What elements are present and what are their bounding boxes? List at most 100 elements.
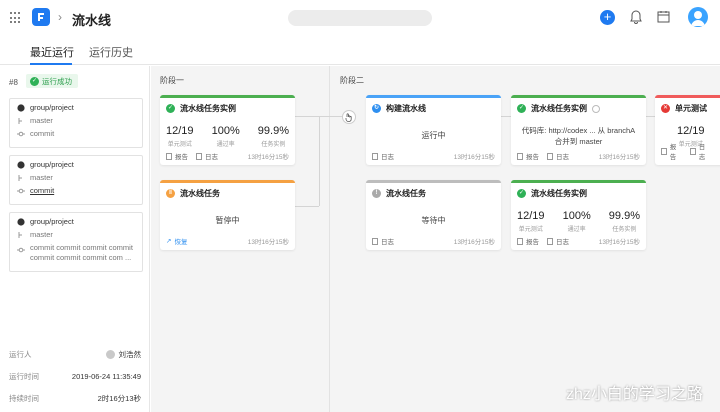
- stage-divider: [329, 66, 330, 412]
- tab-recent-runs[interactable]: 最近运行: [30, 44, 74, 60]
- source-card: group/project master commit: [9, 98, 143, 148]
- report-link[interactable]: 报告: [517, 236, 539, 246]
- success-icon: ✓: [517, 104, 526, 113]
- job-card[interactable]: ↻ 构建流水线 运行中 日志 13时16分15秒: [366, 95, 501, 165]
- log-link[interactable]: 日志: [547, 151, 569, 161]
- job-card[interactable]: ‖ 流水线任务 暂停中 ↗ 恢复 13时16分15秒: [160, 180, 295, 250]
- repo-row: group/project: [17, 103, 142, 112]
- connector-line: [645, 116, 655, 117]
- job-title: 流水线任务实例: [531, 189, 587, 198]
- job-status: 运行中: [421, 131, 446, 140]
- commit-message-line: commit commit commit com ...: [30, 253, 132, 262]
- job-card[interactable]: ✓ 流水线任务实例 12/19 单元测试 100% 通过率 99.9% 任务实例 报告 …: [160, 95, 295, 165]
- job-card[interactable]: ✕ 单元测试 12/19 单元测试 报告 日志: [655, 95, 720, 165]
- report-label: 报告: [669, 144, 677, 161]
- commit-row: commit: [17, 186, 142, 195]
- job-duration: 13时16分15秒: [598, 239, 640, 246]
- app-logo[interactable]: [32, 8, 50, 26]
- log-label: 日志: [556, 239, 569, 246]
- stat-label: 单元测试: [167, 142, 192, 148]
- commit-icon: [17, 188, 25, 193]
- success-icon: ✓: [517, 189, 526, 198]
- commit-row: commit commit commit commit commit commi…: [17, 243, 142, 263]
- meta-value: 2时16分13秒: [97, 394, 141, 403]
- merge-target-text: 合并到 master: [554, 137, 603, 146]
- add-button[interactable]: +: [600, 10, 615, 25]
- search-input[interactable]: [288, 10, 432, 26]
- branch-icon: [18, 174, 22, 181]
- info-icon[interactable]: [592, 104, 600, 113]
- meta-label: 运行人: [9, 350, 32, 359]
- log-label: 日志: [381, 239, 394, 246]
- tab-run-history[interactable]: 运行历史: [89, 44, 133, 60]
- log-link[interactable]: 日志: [690, 141, 711, 161]
- calendar-icon[interactable]: [657, 10, 670, 25]
- stat-value: 12/19: [166, 125, 194, 137]
- branch-row: master: [17, 116, 142, 125]
- pipeline-board: 阶段一 阶段二 ✓ 流水线任务实例 12/19 单元测试 100% 通过率 99.9%…: [151, 66, 720, 412]
- source-card: group/project master commit commit commi…: [9, 212, 143, 272]
- github-icon: [17, 160, 25, 169]
- report-link[interactable]: 报告: [166, 151, 188, 161]
- log-link[interactable]: 日志: [547, 236, 569, 246]
- resume-button[interactable]: ↗ 恢复: [166, 236, 187, 246]
- job-duration: 13时16分15秒: [247, 239, 289, 246]
- repo-name[interactable]: group/project: [30, 160, 74, 169]
- repo-name[interactable]: group/project: [30, 103, 74, 112]
- job-card[interactable]: ! 流水线任务 等待中 日志 13时16分15秒: [366, 180, 501, 250]
- github-icon: [17, 103, 25, 112]
- job-status: 等待中: [421, 216, 446, 225]
- job-card[interactable]: ✓ 流水线任务实例 代码库: http://codex ... 从 branchA…: [511, 95, 646, 165]
- stat-label: 任务实例: [612, 227, 637, 233]
- log-label: 日志: [205, 154, 218, 161]
- stat-label: 单元测试: [518, 227, 543, 233]
- log-label: 日志: [698, 144, 706, 161]
- log-icon: [372, 237, 378, 245]
- runner-avatar: [105, 350, 115, 359]
- report-icon: [517, 152, 523, 160]
- user-avatar[interactable]: [688, 7, 708, 27]
- apps-grid-icon[interactable]: [10, 12, 22, 24]
- status-badge: ✓ 运行成功: [26, 74, 78, 88]
- log-link[interactable]: 日志: [372, 236, 394, 246]
- report-label: 报告: [526, 239, 539, 246]
- merge-source-text: 代码库: http://codex ... 从 branchA: [521, 126, 636, 135]
- stat-value: 100%: [562, 210, 591, 222]
- waiting-icon: !: [372, 189, 381, 198]
- running-icon: ↻: [372, 104, 381, 113]
- log-icon: [196, 152, 202, 160]
- meta-label: 持续时间: [9, 394, 39, 403]
- job-card[interactable]: ✓ 流水线任务实例 12/19 单元测试 100% 通过率 99.9% 任务实例 报告 …: [511, 180, 646, 250]
- watermark-text: zhz小白的学习之路: [566, 386, 703, 403]
- connector-line: [319, 116, 320, 206]
- meta-label: 运行时间: [9, 372, 39, 381]
- job-duration: 13时16分15秒: [453, 154, 495, 161]
- stat-label: 通过率: [567, 227, 586, 233]
- log-icon: [547, 152, 553, 160]
- job-duration: 13时16分15秒: [453, 239, 495, 246]
- job-status: 暂停中: [215, 216, 240, 225]
- connector-line: [501, 116, 511, 117]
- page-title: 流水线: [72, 13, 112, 28]
- branch-icon: [18, 117, 22, 124]
- manual-trigger-icon[interactable]: [342, 110, 356, 124]
- commit-link[interactable]: commit: [30, 186, 54, 195]
- meta-value: 刘浩然: [118, 350, 142, 359]
- job-stats: 12/19 单元测试 100% 通过率 99.9% 任务实例: [166, 125, 289, 148]
- run-number: #8: [9, 78, 18, 87]
- job-duration: 13时16分15秒: [598, 154, 640, 161]
- log-link[interactable]: 日志: [372, 151, 394, 161]
- report-link[interactable]: 报告: [517, 151, 539, 161]
- report-link[interactable]: 报告: [661, 141, 682, 161]
- meta-duration: 持续时间 2时16分13秒: [9, 393, 141, 404]
- log-link[interactable]: 日志: [196, 151, 218, 161]
- repo-name[interactable]: group/project: [30, 217, 74, 226]
- stage-label: 阶段一: [160, 76, 184, 85]
- branch-name: master: [30, 116, 53, 125]
- stat-value: 99.9%: [608, 210, 640, 222]
- stat-value: 100%: [211, 125, 240, 137]
- bell-icon[interactable]: [630, 10, 642, 26]
- commit-message-line: commit commit commit commit: [30, 243, 133, 252]
- commit-row: commit: [17, 129, 142, 138]
- branch-row: master: [17, 230, 142, 239]
